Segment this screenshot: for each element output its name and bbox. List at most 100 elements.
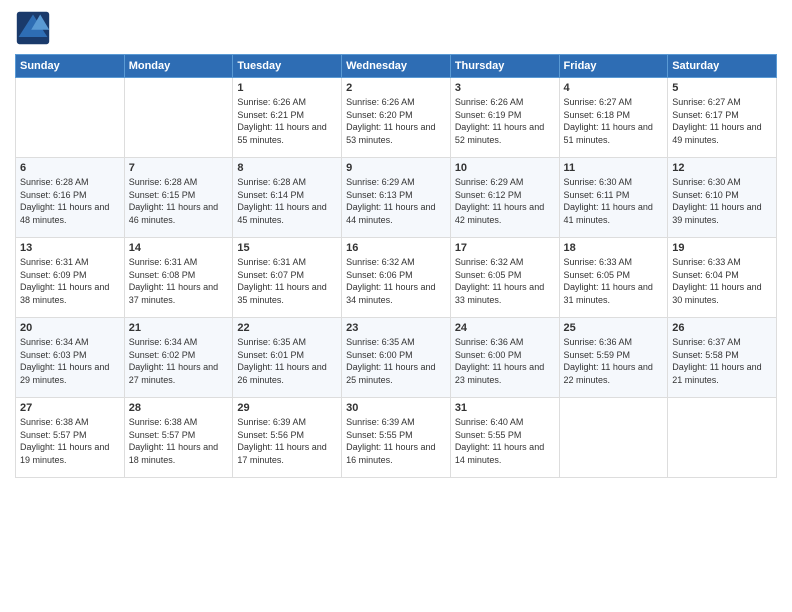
logo xyxy=(15,10,55,46)
day-header-thursday: Thursday xyxy=(450,55,559,78)
day-cell: 2 Sunrise: 6:26 AMSunset: 6:20 PMDaylight… xyxy=(342,78,451,158)
day-number: 1 xyxy=(237,82,337,94)
day-number: 13 xyxy=(20,242,120,254)
calendar-container: SundayMondayTuesdayWednesdayThursdayFrid… xyxy=(0,0,792,612)
day-info: Sunrise: 6:34 AMSunset: 6:02 PMDaylight:… xyxy=(129,336,229,386)
day-info: Sunrise: 6:30 AMSunset: 6:10 PMDaylight:… xyxy=(672,176,772,226)
day-number: 2 xyxy=(346,82,446,94)
day-cell: 25 Sunrise: 6:36 AMSunset: 5:59 PMDayligh… xyxy=(559,318,668,398)
day-cell: 17 Sunrise: 6:32 AMSunset: 6:05 PMDayligh… xyxy=(450,238,559,318)
week-row-2: 6 Sunrise: 6:28 AMSunset: 6:16 PMDaylight… xyxy=(16,158,777,238)
day-cell: 4Sunrise: 6:27 AMSunset: 6:18 PMDaylight… xyxy=(559,78,668,158)
day-header-saturday: Saturday xyxy=(668,55,777,78)
day-info: Sunrise: 6:28 AMSunset: 6:14 PMDaylight:… xyxy=(237,176,337,226)
day-info: Sunrise: 6:32 AMSunset: 6:06 PMDaylight:… xyxy=(346,256,446,306)
day-cell: 12 Sunrise: 6:30 AMSunset: 6:10 PMDayligh… xyxy=(668,158,777,238)
calendar-table: SundayMondayTuesdayWednesdayThursdayFrid… xyxy=(15,54,777,478)
day-info: Sunrise: 6:27 AMSunset: 6:17 PMDaylight:… xyxy=(672,96,772,146)
day-number: 9 xyxy=(346,162,446,174)
day-number: 15 xyxy=(237,242,337,254)
week-row-3: 13 Sunrise: 6:31 AMSunset: 6:09 PMDayligh… xyxy=(16,238,777,318)
day-number: 31 xyxy=(455,402,555,414)
day-info: Sunrise: 6:36 AMSunset: 5:59 PMDaylight:… xyxy=(564,336,664,386)
day-info: Sunrise: 6:26 AMSunset: 6:21 PMDaylight:… xyxy=(237,96,337,146)
day-info: Sunrise: 6:35 AMSunset: 6:01 PMDaylight:… xyxy=(237,336,337,386)
day-cell: 31 Sunrise: 6:40 AMSunset: 5:55 PMDayligh… xyxy=(450,398,559,478)
day-number: 6 xyxy=(20,162,120,174)
day-number: 18 xyxy=(564,242,664,254)
day-cell: 9 Sunrise: 6:29 AMSunset: 6:13 PMDaylight… xyxy=(342,158,451,238)
day-cell: 18 Sunrise: 6:33 AMSunset: 6:05 PMDayligh… xyxy=(559,238,668,318)
day-info: Sunrise: 6:29 AMSunset: 6:13 PMDaylight:… xyxy=(346,176,446,226)
day-info: Sunrise: 6:28 AMSunset: 6:15 PMDaylight:… xyxy=(129,176,229,226)
day-number: 16 xyxy=(346,242,446,254)
day-info: Sunrise: 6:31 AMSunset: 6:07 PMDaylight:… xyxy=(237,256,337,306)
week-row-5: 27Sunrise: 6:38 AMSunset: 5:57 PMDayligh… xyxy=(16,398,777,478)
day-number: 3 xyxy=(455,82,555,94)
day-cell: 22 Sunrise: 6:35 AMSunset: 6:01 PMDayligh… xyxy=(233,318,342,398)
day-cell: 11 Sunrise: 6:30 AMSunset: 6:11 PMDayligh… xyxy=(559,158,668,238)
day-number: 21 xyxy=(129,322,229,334)
day-header-sunday: Sunday xyxy=(16,55,125,78)
day-number: 12 xyxy=(672,162,772,174)
day-cell: 19Sunrise: 6:33 AMSunset: 6:04 PMDayligh… xyxy=(668,238,777,318)
day-number: 11 xyxy=(564,162,664,174)
day-cell: 30 Sunrise: 6:39 AMSunset: 5:55 PMDayligh… xyxy=(342,398,451,478)
day-number: 29 xyxy=(237,402,337,414)
day-number: 14 xyxy=(129,242,229,254)
day-cell: 6 Sunrise: 6:28 AMSunset: 6:16 PMDaylight… xyxy=(16,158,125,238)
day-cell xyxy=(16,78,125,158)
day-header-wednesday: Wednesday xyxy=(342,55,451,78)
day-info: Sunrise: 6:38 AMSunset: 5:57 PMDaylight:… xyxy=(129,416,229,466)
week-row-4: 20Sunrise: 6:34 AMSunset: 6:03 PMDayligh… xyxy=(16,318,777,398)
day-cell: 28 Sunrise: 6:38 AMSunset: 5:57 PMDayligh… xyxy=(124,398,233,478)
day-info: Sunrise: 6:31 AMSunset: 6:09 PMDaylight:… xyxy=(20,256,120,306)
day-info: Sunrise: 6:26 AMSunset: 6:19 PMDaylight:… xyxy=(455,96,555,146)
day-number: 30 xyxy=(346,402,446,414)
day-header-tuesday: Tuesday xyxy=(233,55,342,78)
day-number: 10 xyxy=(455,162,555,174)
day-info: Sunrise: 6:31 AMSunset: 6:08 PMDaylight:… xyxy=(129,256,229,306)
day-cell: 8Sunrise: 6:28 AMSunset: 6:14 PMDaylight… xyxy=(233,158,342,238)
day-cell: 1 Sunrise: 6:26 AMSunset: 6:21 PMDaylight… xyxy=(233,78,342,158)
day-number: 22 xyxy=(237,322,337,334)
week-row-1: 1 Sunrise: 6:26 AMSunset: 6:21 PMDaylight… xyxy=(16,78,777,158)
header xyxy=(15,10,777,46)
day-cell: 23Sunrise: 6:35 AMSunset: 6:00 PMDayligh… xyxy=(342,318,451,398)
day-cell: 16 Sunrise: 6:32 AMSunset: 6:06 PMDayligh… xyxy=(342,238,451,318)
day-info: Sunrise: 6:33 AMSunset: 6:04 PMDaylight:… xyxy=(672,256,772,306)
day-info: Sunrise: 6:29 AMSunset: 6:12 PMDaylight:… xyxy=(455,176,555,226)
day-header-monday: Monday xyxy=(124,55,233,78)
day-cell: 26 Sunrise: 6:37 AMSunset: 5:58 PMDayligh… xyxy=(668,318,777,398)
day-cell: 13 Sunrise: 6:31 AMSunset: 6:09 PMDayligh… xyxy=(16,238,125,318)
day-number: 17 xyxy=(455,242,555,254)
day-info: Sunrise: 6:28 AMSunset: 6:16 PMDaylight:… xyxy=(20,176,120,226)
day-info: Sunrise: 6:35 AMSunset: 6:00 PMDaylight:… xyxy=(346,336,446,386)
day-cell: 3 Sunrise: 6:26 AMSunset: 6:19 PMDaylight… xyxy=(450,78,559,158)
day-info: Sunrise: 6:39 AMSunset: 5:55 PMDaylight:… xyxy=(346,416,446,466)
day-cell: 24 Sunrise: 6:36 AMSunset: 6:00 PMDayligh… xyxy=(450,318,559,398)
header-row: SundayMondayTuesdayWednesdayThursdayFrid… xyxy=(16,55,777,78)
day-number: 28 xyxy=(129,402,229,414)
day-info: Sunrise: 6:33 AMSunset: 6:05 PMDaylight:… xyxy=(564,256,664,306)
day-cell: 14 Sunrise: 6:31 AMSunset: 6:08 PMDayligh… xyxy=(124,238,233,318)
day-cell: 15 Sunrise: 6:31 AMSunset: 6:07 PMDayligh… xyxy=(233,238,342,318)
day-cell: 29 Sunrise: 6:39 AMSunset: 5:56 PMDayligh… xyxy=(233,398,342,478)
day-info: Sunrise: 6:30 AMSunset: 6:11 PMDaylight:… xyxy=(564,176,664,226)
day-info: Sunrise: 6:38 AMSunset: 5:57 PMDaylight:… xyxy=(20,416,120,466)
day-number: 7 xyxy=(129,162,229,174)
day-number: 24 xyxy=(455,322,555,334)
day-number: 26 xyxy=(672,322,772,334)
day-cell: 27Sunrise: 6:38 AMSunset: 5:57 PMDayligh… xyxy=(16,398,125,478)
day-info: Sunrise: 6:27 AMSunset: 6:18 PMDaylight:… xyxy=(564,96,664,146)
day-info: Sunrise: 6:39 AMSunset: 5:56 PMDaylight:… xyxy=(237,416,337,466)
day-info: Sunrise: 6:36 AMSunset: 6:00 PMDaylight:… xyxy=(455,336,555,386)
day-number: 25 xyxy=(564,322,664,334)
day-info: Sunrise: 6:32 AMSunset: 6:05 PMDaylight:… xyxy=(455,256,555,306)
day-info: Sunrise: 6:26 AMSunset: 6:20 PMDaylight:… xyxy=(346,96,446,146)
day-info: Sunrise: 6:40 AMSunset: 5:55 PMDaylight:… xyxy=(455,416,555,466)
day-number: 5 xyxy=(672,82,772,94)
day-number: 20 xyxy=(20,322,120,334)
day-info: Sunrise: 6:37 AMSunset: 5:58 PMDaylight:… xyxy=(672,336,772,386)
day-cell: 5 Sunrise: 6:27 AMSunset: 6:17 PMDaylight… xyxy=(668,78,777,158)
